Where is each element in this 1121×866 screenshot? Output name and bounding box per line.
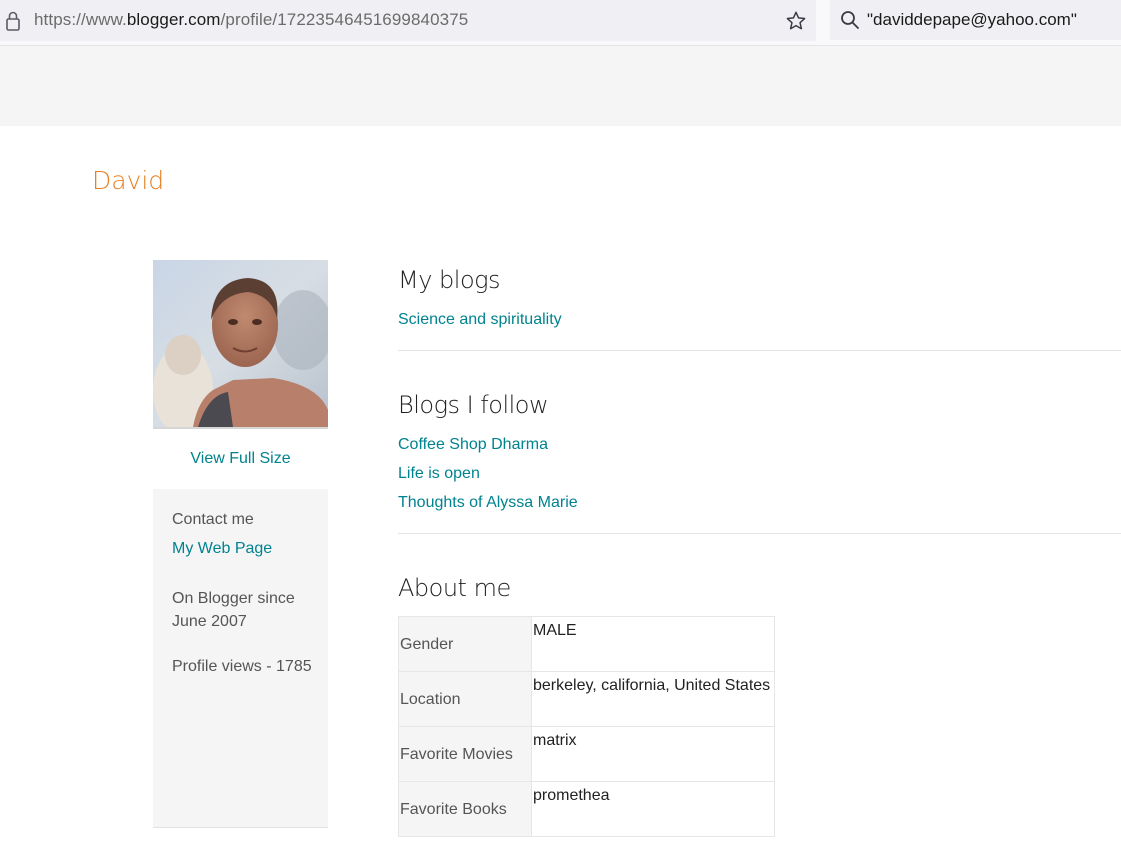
followed-blog-link[interactable]: Coffee Shop Dharma [398, 436, 548, 454]
url-domain: blogger.com [126, 10, 221, 29]
my-blogs-heading: My blogs [398, 266, 501, 294]
followed-blog-link[interactable]: Life is open [398, 465, 480, 483]
about-label: Gender [398, 616, 532, 672]
about-label: Location [398, 671, 532, 727]
about-value: MALE [531, 616, 775, 672]
bookmark-star-icon[interactable] [785, 10, 807, 32]
about-label: Favorite Books [398, 781, 532, 837]
blogger-since: On Blogger since June 2007 [172, 590, 295, 630]
blogs-i-follow-heading: Blogs I follow [398, 391, 549, 419]
section-divider [398, 350, 1121, 351]
view-full-size-link[interactable]: View Full Size [153, 450, 328, 468]
section-divider [398, 533, 1121, 534]
profile-sidebar: Contact me My Web Page On Blogger since … [153, 489, 328, 828]
table-row: Favorite Movies matrix [398, 726, 775, 782]
about-value: matrix [531, 726, 775, 782]
blogger-header-band [0, 46, 1121, 126]
address-bar[interactable]: https://www.blogger.com/profile/17223546… [0, 0, 816, 41]
followed-blog-link[interactable]: Thoughts of Alyssa Marie [398, 494, 578, 512]
about-value: promethea [531, 781, 775, 837]
url-text[interactable]: https://www.blogger.com/profile/17223546… [34, 10, 468, 30]
contact-label: Contact me [172, 511, 254, 528]
profile-name: David [92, 166, 165, 195]
table-row: Favorite Books promethea [398, 781, 775, 837]
about-me-heading: About me [398, 574, 511, 602]
about-label: Favorite Movies [398, 726, 532, 782]
web-page-link[interactable]: My Web Page [172, 540, 272, 558]
search-query[interactable]: "daviddepape@yahoo.com" [867, 10, 1077, 30]
lock-icon [6, 11, 20, 31]
url-path: /profile/17223546451699840375 [220, 10, 469, 29]
profile-views: Profile views - 1785 [172, 658, 312, 675]
table-row: Gender MALE [398, 616, 775, 672]
url-prefix: https://www. [34, 10, 127, 29]
my-blog-link[interactable]: Science and spirituality [398, 311, 562, 329]
search-icon [841, 11, 859, 29]
profile-photo-image [153, 260, 328, 427]
profile-photo[interactable] [153, 260, 328, 429]
about-value: berkeley, california, United States [531, 671, 775, 727]
about-me-table: Gender MALE Location berkeley, californi… [398, 616, 775, 837]
table-row: Location berkeley, california, United St… [398, 671, 775, 727]
